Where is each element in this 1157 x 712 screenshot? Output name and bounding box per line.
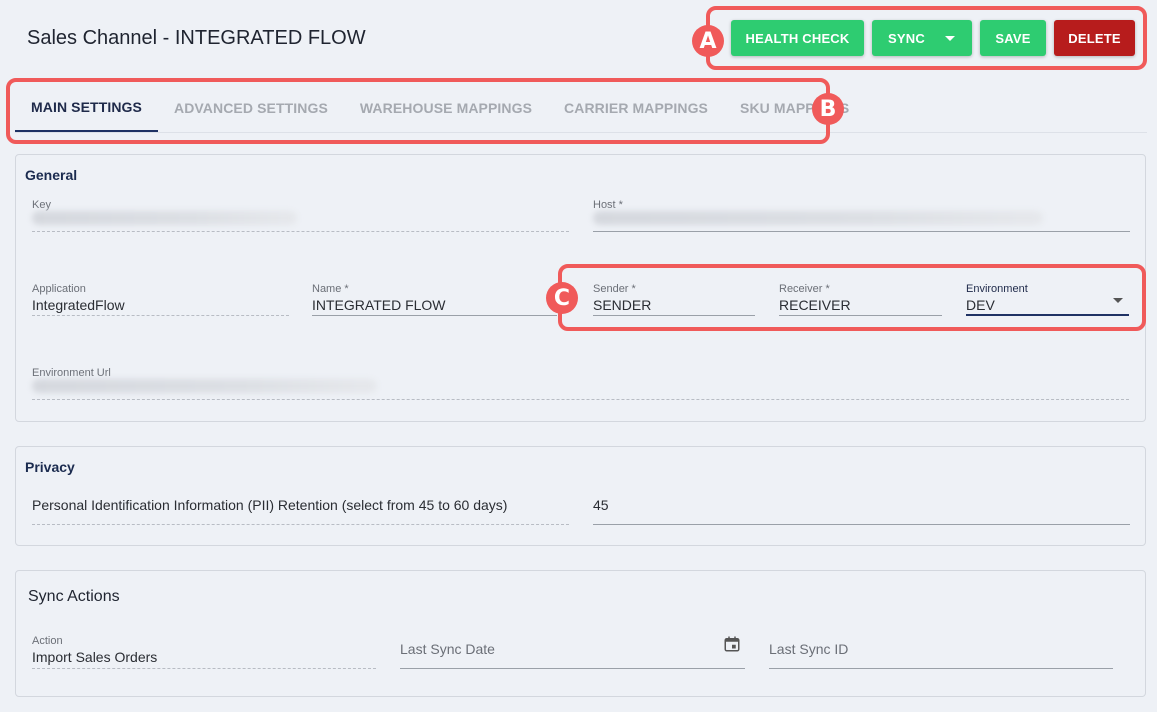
receiver-label: Receiver * <box>779 283 830 295</box>
chevron-down-icon[interactable] <box>1113 298 1123 303</box>
key-value-redacted <box>32 211 297 225</box>
action-underline <box>32 668 376 669</box>
caret-down-icon[interactable] <box>944 35 955 41</box>
host-field[interactable]: Host * <box>593 199 1130 233</box>
environment-label: Environment <box>966 283 1028 295</box>
last-sync-date-placeholder: Last Sync Date <box>400 641 495 657</box>
tab-main-settings[interactable]: MAIN SETTINGS <box>15 84 158 132</box>
last-sync-date-input[interactable]: Last Sync Date <box>400 636 745 669</box>
pii-retention-label-field: Personal Identification Information (PII… <box>32 497 569 525</box>
environment-value: DEV <box>966 297 995 313</box>
page-title: Sales Channel - INTEGRATED FLOW <box>27 27 366 49</box>
receiver-value: RECEIVER <box>779 297 851 313</box>
pii-label-underline <box>32 524 569 525</box>
name-label: Name * <box>312 283 349 295</box>
general-card-title: General <box>25 167 78 183</box>
environment-select[interactable]: Environment DEV <box>966 283 1129 317</box>
tab-bar: MAIN SETTINGS ADVANCED SETTINGS WAREHOUS… <box>15 84 865 132</box>
pii-retention-value: 45 <box>593 497 609 513</box>
toolbar: HEALTH CHECK SYNC SAVE DELETE <box>731 20 1135 56</box>
sync-button[interactable]: SYNC <box>872 20 972 56</box>
last-sync-id-input[interactable]: Last Sync ID <box>769 641 1113 669</box>
save-button[interactable]: SAVE <box>980 20 1046 56</box>
application-underline <box>32 315 289 316</box>
delete-button[interactable]: DELETE <box>1054 20 1135 56</box>
application-label: Application <box>32 283 86 295</box>
sender-label: Sender * <box>593 283 636 295</box>
last-sync-id-underline <box>769 668 1113 669</box>
environment-underline <box>966 314 1129 316</box>
calendar-icon[interactable] <box>723 635 741 653</box>
key-field[interactable]: Key <box>32 199 569 233</box>
name-field[interactable]: Name * INTEGRATED FLOW <box>312 283 557 317</box>
receiver-field[interactable]: Receiver * RECEIVER <box>779 283 942 317</box>
tab-warehouse-mappings[interactable]: WAREHOUSE MAPPINGS <box>344 84 548 132</box>
host-underline <box>593 231 1130 232</box>
application-field[interactable]: Application IntegratedFlow <box>32 283 289 317</box>
host-value-redacted <box>593 211 1043 225</box>
tabs-divider <box>15 132 1147 133</box>
environment-url-underline <box>32 399 1129 400</box>
tab-sku-mappings[interactable]: SKU MAPPINGS <box>724 84 865 132</box>
sync-actions-card: Sync Actions Action Import Sales Orders … <box>15 570 1146 697</box>
sync-actions-card-title: Sync Actions <box>28 588 120 605</box>
annotation-badge-a: A <box>692 25 724 57</box>
name-underline <box>312 315 557 316</box>
pii-retention-label: Personal Identification Information (PII… <box>32 497 508 513</box>
environment-url-field[interactable]: Environment Url <box>32 367 1129 401</box>
tab-advanced-settings[interactable]: ADVANCED SETTINGS <box>158 84 344 132</box>
last-sync-id-placeholder: Last Sync ID <box>769 641 849 657</box>
annotation-badge-b: B <box>812 93 844 125</box>
key-underline <box>32 231 569 232</box>
receiver-underline <box>779 315 942 316</box>
name-value: INTEGRATED FLOW <box>312 297 446 313</box>
tab-carrier-mappings[interactable]: CARRIER MAPPINGS <box>548 84 724 132</box>
pii-retention-input[interactable]: 45 <box>593 497 1130 525</box>
sender-underline <box>593 315 755 316</box>
key-label: Key <box>32 199 51 211</box>
action-field[interactable]: Action Import Sales Orders <box>32 635 376 669</box>
sync-button-label: SYNC <box>888 30 925 46</box>
pii-value-underline <box>593 524 1130 525</box>
annotation-badge-c: C <box>546 282 578 314</box>
environment-url-label: Environment Url <box>32 367 111 379</box>
application-value: IntegratedFlow <box>32 297 125 313</box>
action-label: Action <box>32 635 63 647</box>
host-label: Host * <box>593 199 623 211</box>
privacy-card-title: Privacy <box>25 459 75 475</box>
health-check-button[interactable]: HEALTH CHECK <box>731 20 864 56</box>
general-card: General Key Host * Application Integrate… <box>15 154 1146 422</box>
privacy-card: Privacy Personal Identification Informat… <box>15 446 1146 546</box>
last-sync-date-underline <box>400 668 745 669</box>
action-value: Import Sales Orders <box>32 649 158 665</box>
sender-field[interactable]: Sender * SENDER <box>593 283 755 317</box>
sender-value: SENDER <box>593 297 652 313</box>
environment-url-value-redacted <box>32 379 377 393</box>
